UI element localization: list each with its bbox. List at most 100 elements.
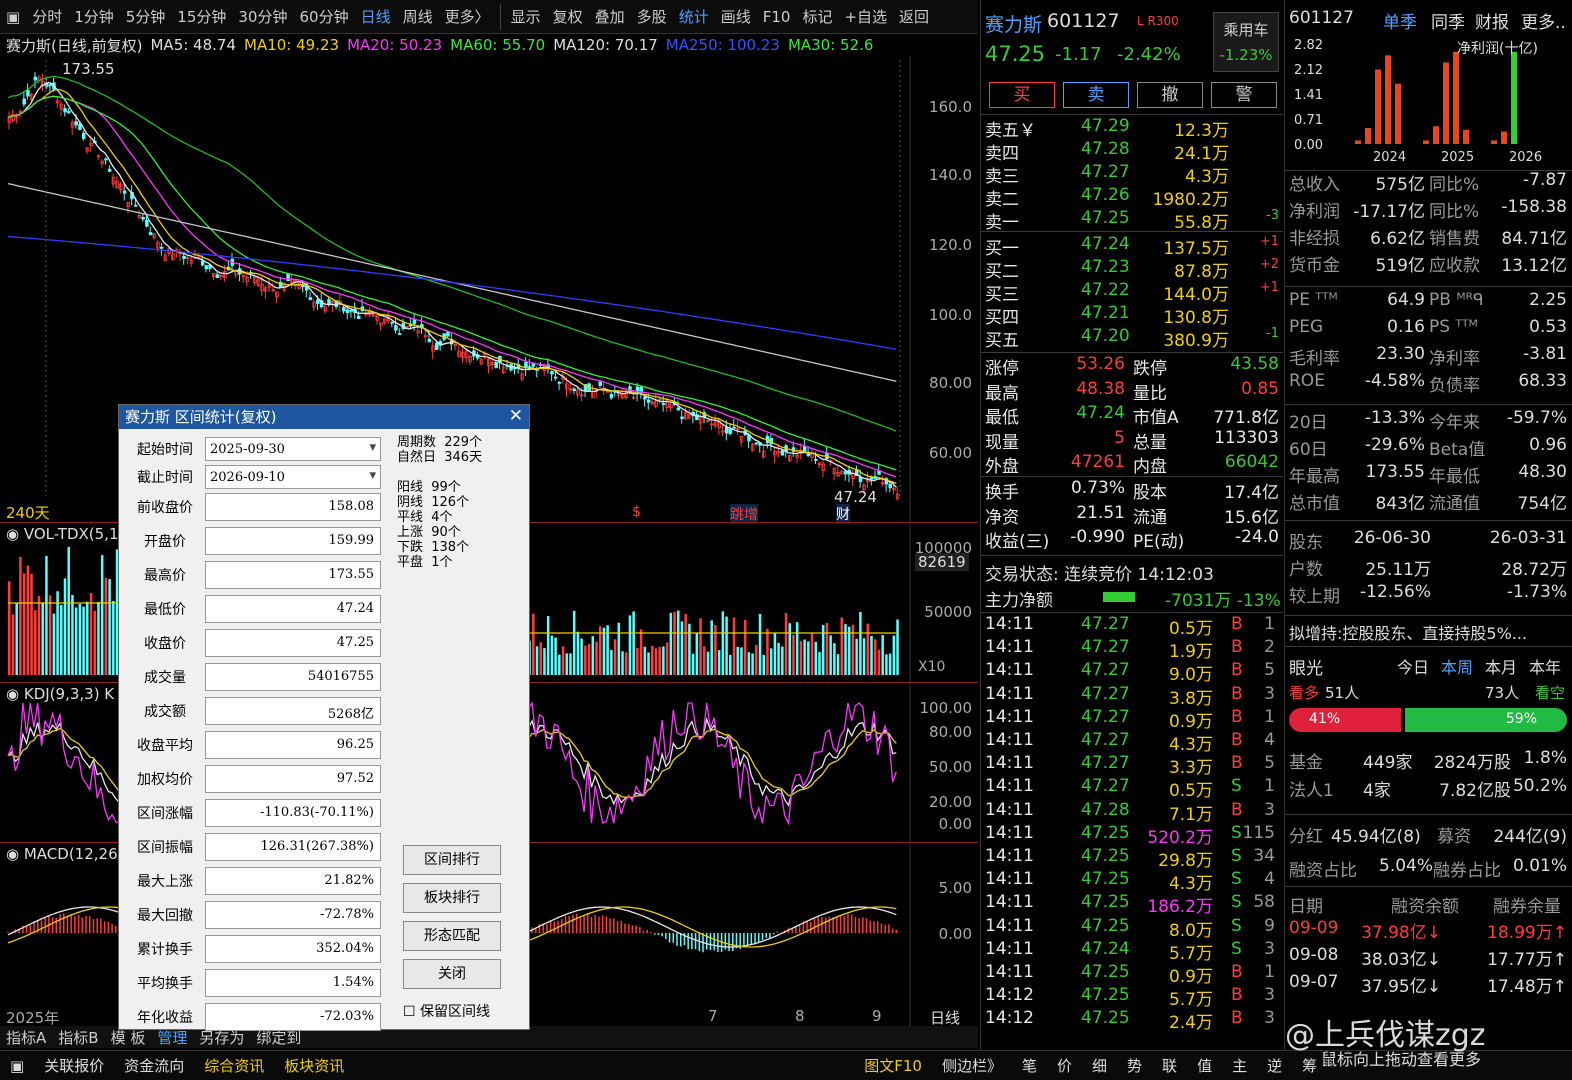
sentiment-bar[interactable]: 41% 59% [1289, 708, 1567, 732]
draw-button[interactable]: 画线 [715, 6, 757, 27]
overlay-button[interactable]: 叠加 [589, 6, 631, 27]
tab-value[interactable]: 值 [1187, 1055, 1222, 1076]
tab-indicator-a[interactable]: 指标A [0, 1027, 52, 1048]
dialog-row-value[interactable]: -72.78% [205, 901, 381, 929]
tab-60min[interactable]: 60分钟 [293, 6, 354, 27]
close-icon[interactable]: ✕ [509, 406, 523, 426]
tab-same-quarter[interactable]: 同季 [1431, 8, 1465, 33]
dialog-row-value[interactable]: 47.25 [205, 629, 381, 657]
volume-bar [67, 546, 70, 675]
stat-value: -0.990 [1070, 527, 1125, 547]
level-price[interactable]: 47.21 [1081, 303, 1130, 323]
period-today[interactable]: 今日 [1397, 654, 1429, 678]
level-price[interactable]: 47.22 [1081, 280, 1130, 300]
sector-rank-button[interactable]: 板块排行 [403, 883, 501, 913]
collapse-icon[interactable]: ◉ [6, 525, 24, 543]
tab-detail[interactable]: 细 [1082, 1055, 1117, 1076]
add-watchlist-button[interactable]: +自选 [838, 6, 893, 27]
dialog-row-value[interactable]: 96.25 [205, 731, 381, 759]
window-icon[interactable]: ▣ [0, 8, 26, 26]
tab-weekly[interactable]: 周线 [397, 6, 439, 27]
dialog-row-value[interactable]: 158.08 [205, 493, 381, 521]
tab-more[interactable]: 更多〉 [439, 6, 496, 27]
dialog-row-value[interactable]: 21.82% [205, 867, 381, 895]
tab-trend[interactable]: 势 [1117, 1055, 1152, 1076]
panel-icon[interactable]: ▣ [0, 1057, 34, 1075]
period-week[interactable]: 本周 [1441, 654, 1473, 678]
dialog-row-value[interactable]: 126.31(267.38%) [205, 833, 381, 861]
tab-price[interactable]: 价 [1047, 1055, 1082, 1076]
back-button[interactable]: 返回 [893, 6, 935, 27]
event-marker[interactable]: 财 [836, 504, 850, 524]
mark-button[interactable]: 标记 [796, 6, 838, 27]
tab-reverse[interactable]: 逆 [1257, 1055, 1292, 1076]
dialog-row-value[interactable]: 352.04% [205, 935, 381, 963]
sector-news-tab[interactable]: 板块资讯 [274, 1055, 354, 1076]
tab-daily[interactable]: 日线 [355, 6, 397, 27]
dialog-title[interactable]: 赛力斯 区间统计(复权) [119, 405, 529, 429]
dialog-row-value[interactable]: 159.99 [205, 527, 381, 555]
start-time-select[interactable]: 2025-09-30 [205, 437, 381, 461]
tab-more[interactable]: 更多.. [1521, 8, 1566, 33]
tab-report[interactable]: 财报 [1475, 8, 1509, 33]
tab-link[interactable]: 联 [1152, 1055, 1187, 1076]
dialog-row-value[interactable]: -72.03% [205, 1003, 381, 1031]
dialog-row-value[interactable]: 54016755 [205, 663, 381, 691]
tab-15min[interactable]: 15分钟 [171, 6, 232, 27]
end-time-select[interactable]: 2026-09-10 [205, 465, 381, 489]
fund-flow-tab[interactable]: 资金流向 [114, 1055, 194, 1076]
level-price[interactable]: 47.23 [1081, 257, 1130, 277]
level-price[interactable]: 47.24 [1081, 234, 1130, 254]
tab-1min[interactable]: 1分钟 [68, 6, 120, 27]
dialog-row-value[interactable]: 5268亿 [205, 697, 381, 725]
related-quotes-tab[interactable]: 关联报价 [34, 1055, 114, 1076]
cancel-order-button[interactable]: 撤 [1137, 82, 1203, 108]
multi-stock-button[interactable]: 多股 [631, 6, 673, 27]
level-price[interactable]: 47.28 [1081, 139, 1130, 159]
display-button[interactable]: 显示 [505, 6, 547, 27]
period-year[interactable]: 本年 [1529, 654, 1561, 678]
tick-time: 14:11 [985, 637, 1034, 658]
collapse-icon[interactable]: ◉ [6, 685, 24, 703]
level-price[interactable]: 47.29 [1081, 116, 1130, 136]
event-marker[interactable]: 跳增 [730, 504, 758, 524]
tab-intraday[interactable]: 分时 [26, 6, 68, 27]
interval-stats-dialog[interactable]: 赛力斯 区间统计(复权) ✕ 起始时间 2025-09-30 截止时间 2026… [118, 404, 530, 1031]
dialog-row-value[interactable]: -110.83(-70.11%) [205, 799, 381, 827]
sidebar-tab[interactable]: 侧边栏》 [932, 1055, 1012, 1076]
tab-5min[interactable]: 5分钟 [120, 6, 172, 27]
fin-x-tick: 2024 [1373, 150, 1406, 165]
news-tab[interactable]: 综合资讯 [194, 1055, 274, 1076]
stats-button[interactable]: 统计 [673, 6, 715, 27]
level-price[interactable]: 47.25 [1081, 208, 1130, 228]
level-price[interactable]: 47.27 [1081, 162, 1130, 182]
f10-button[interactable]: F10 [757, 8, 797, 26]
tab-single-quarter[interactable]: 单季 [1383, 8, 1417, 33]
keep-interval-checkbox[interactable]: ☐ 保留区间线 [403, 1001, 490, 1021]
metric-value: -13.3% [1364, 408, 1425, 428]
candle-body [308, 297, 313, 301]
tab-30min[interactable]: 30分钟 [232, 6, 293, 27]
dialog-row-value[interactable]: 173.55 [205, 561, 381, 589]
sell-button[interactable]: 卖 [1063, 82, 1129, 108]
event-marker[interactable]: $ [632, 504, 641, 520]
buy-button[interactable]: 买 [989, 82, 1055, 108]
tab-main[interactable]: 主 [1222, 1055, 1257, 1076]
adjust-button[interactable]: 复权 [547, 6, 589, 27]
sector-box[interactable]: 乘用车 -1.23% [1213, 12, 1279, 72]
dialog-row-value[interactable]: 47.24 [205, 595, 381, 623]
dialog-row-value[interactable]: 97.52 [205, 765, 381, 793]
close-button[interactable]: 关闭 [403, 959, 501, 989]
tab-trades[interactable]: 笔 [1012, 1055, 1047, 1076]
level-price[interactable]: 47.20 [1081, 326, 1130, 346]
alert-button[interactable]: 警 [1211, 82, 1277, 108]
f10-tab[interactable]: 图文F10 [854, 1055, 932, 1076]
pattern-match-button[interactable]: 形态匹配 [403, 921, 501, 951]
interval-rank-button[interactable]: 区间排行 [403, 845, 501, 875]
dialog-row-value[interactable]: 1.54% [205, 969, 381, 997]
tab-indicator-b[interactable]: 指标B [52, 1027, 104, 1048]
notice-text[interactable]: 拟增持:控股股东、直接持股5%... [1289, 620, 1569, 644]
collapse-icon[interactable]: ◉ [6, 845, 24, 863]
period-month[interactable]: 本月 [1485, 654, 1517, 678]
level-price[interactable]: 47.26 [1081, 185, 1130, 205]
